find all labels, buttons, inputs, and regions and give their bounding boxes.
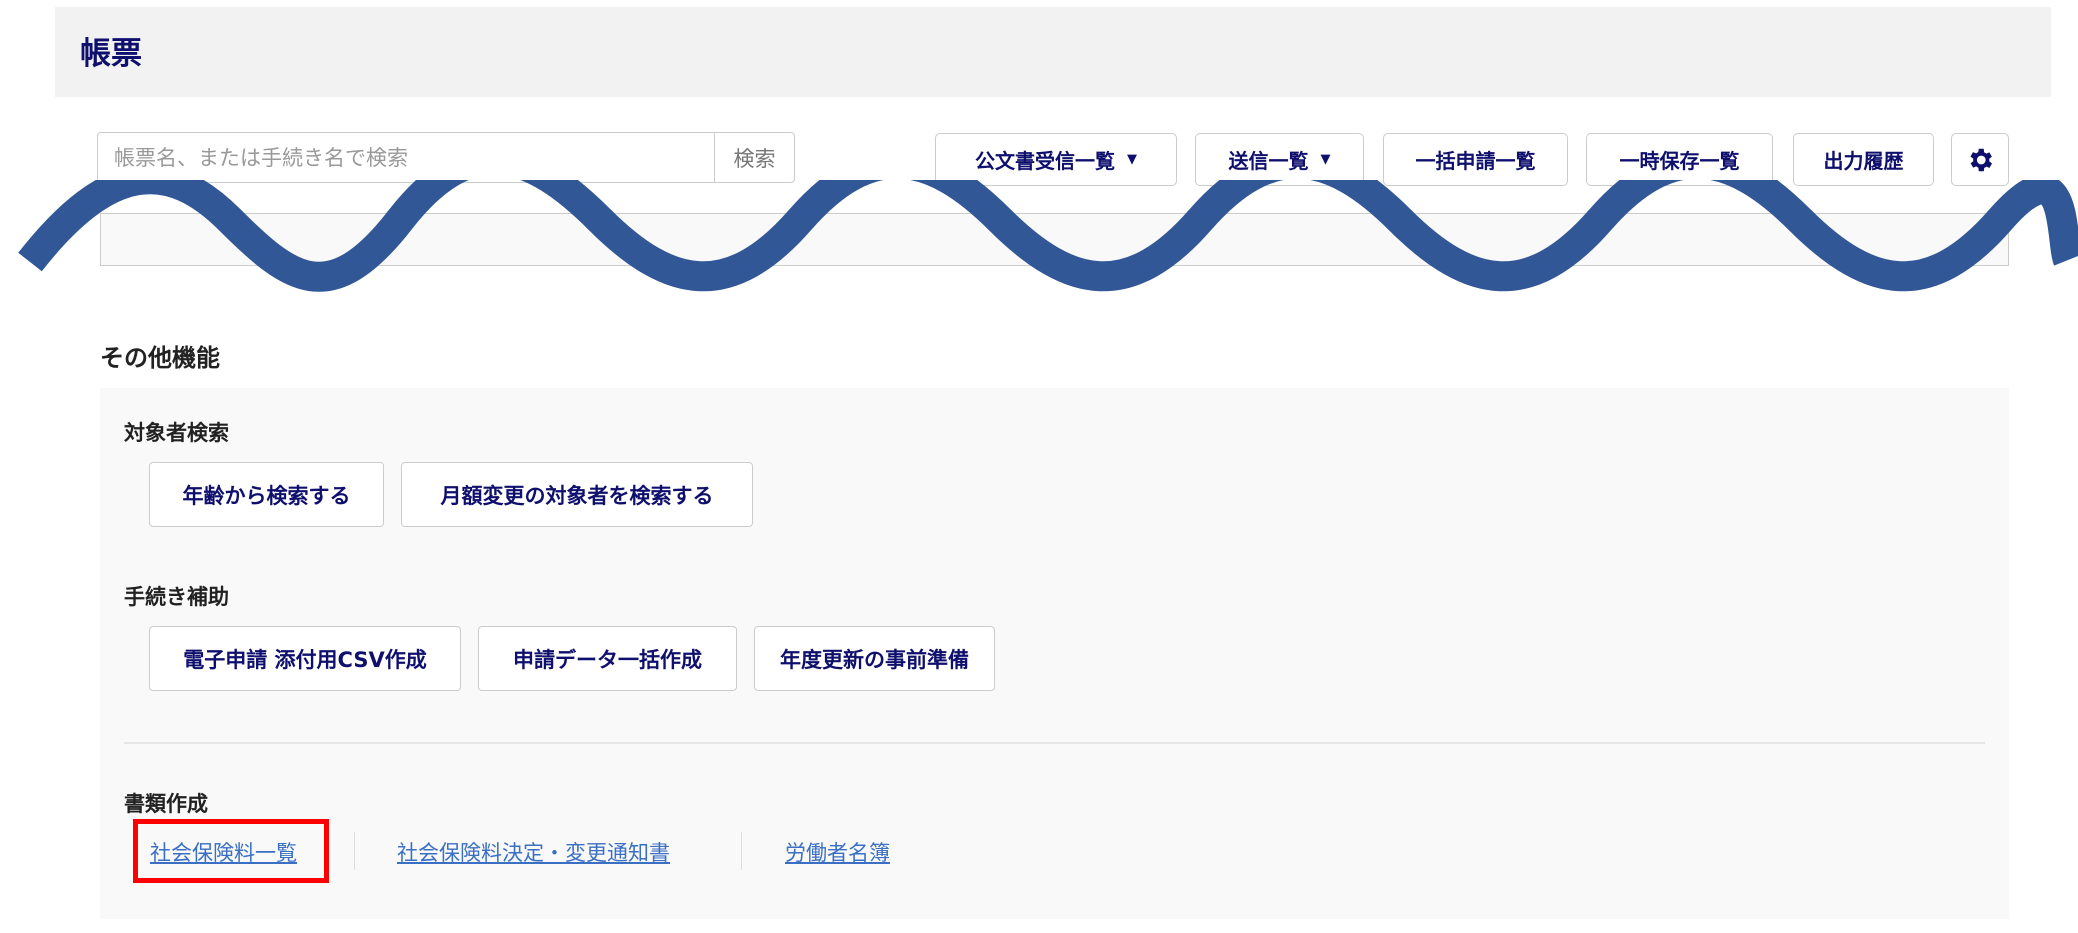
sent-dropdown[interactable]: 送信一覧 ▼ bbox=[1195, 133, 1364, 186]
search-monthly-change-button[interactable]: 月額変更の対象者を検索する bbox=[401, 462, 753, 527]
insurance-decision-notice-link[interactable]: 社会保険料決定・変更通知書 bbox=[397, 837, 670, 867]
bulk-application-button[interactable]: 一括申請一覧 bbox=[1383, 133, 1568, 186]
annual-update-prep-button[interactable]: 年度更新の事前準備 bbox=[754, 626, 995, 691]
caret-down-icon: ▼ bbox=[1320, 152, 1331, 167]
page-header bbox=[55, 7, 2051, 97]
temp-saved-button[interactable]: 一時保存一覧 bbox=[1586, 133, 1773, 186]
target-search-label: 対象者検索 bbox=[124, 421, 229, 445]
search-by-age-button[interactable]: 年齢から検索する bbox=[149, 462, 384, 527]
procedure-aid-label: 手続き補助 bbox=[124, 585, 229, 609]
documents-label: 書類作成 bbox=[124, 792, 208, 816]
link-separator bbox=[354, 832, 355, 870]
omission-wave bbox=[18, 180, 2078, 292]
link-separator bbox=[741, 832, 742, 870]
search-bar: 検索 bbox=[97, 132, 795, 183]
search-button[interactable]: 検索 bbox=[714, 133, 794, 182]
settings-button[interactable] bbox=[1951, 133, 2009, 186]
sent-label: 送信一覧 bbox=[1228, 149, 1309, 173]
output-history-button[interactable]: 出力履歴 bbox=[1793, 133, 1934, 186]
official-docs-label: 公文書受信一覧 bbox=[975, 149, 1115, 173]
page-title: 帳票 bbox=[80, 36, 142, 72]
official-docs-dropdown[interactable]: 公文書受信一覧 ▼ bbox=[935, 133, 1177, 186]
search-input[interactable] bbox=[98, 133, 714, 182]
caret-down-icon: ▼ bbox=[1127, 152, 1137, 167]
other-features-heading: その他機能 bbox=[100, 344, 220, 372]
gear-icon bbox=[1970, 148, 1992, 171]
bulk-data-create-button[interactable]: 申請データ一括作成 bbox=[478, 626, 737, 691]
worker-register-link[interactable]: 労働者名簿 bbox=[785, 837, 890, 867]
highlight-box bbox=[133, 819, 329, 883]
section-divider bbox=[124, 742, 1985, 744]
csv-attachment-button[interactable]: 電子申請 添付用CSV作成 bbox=[149, 626, 461, 691]
